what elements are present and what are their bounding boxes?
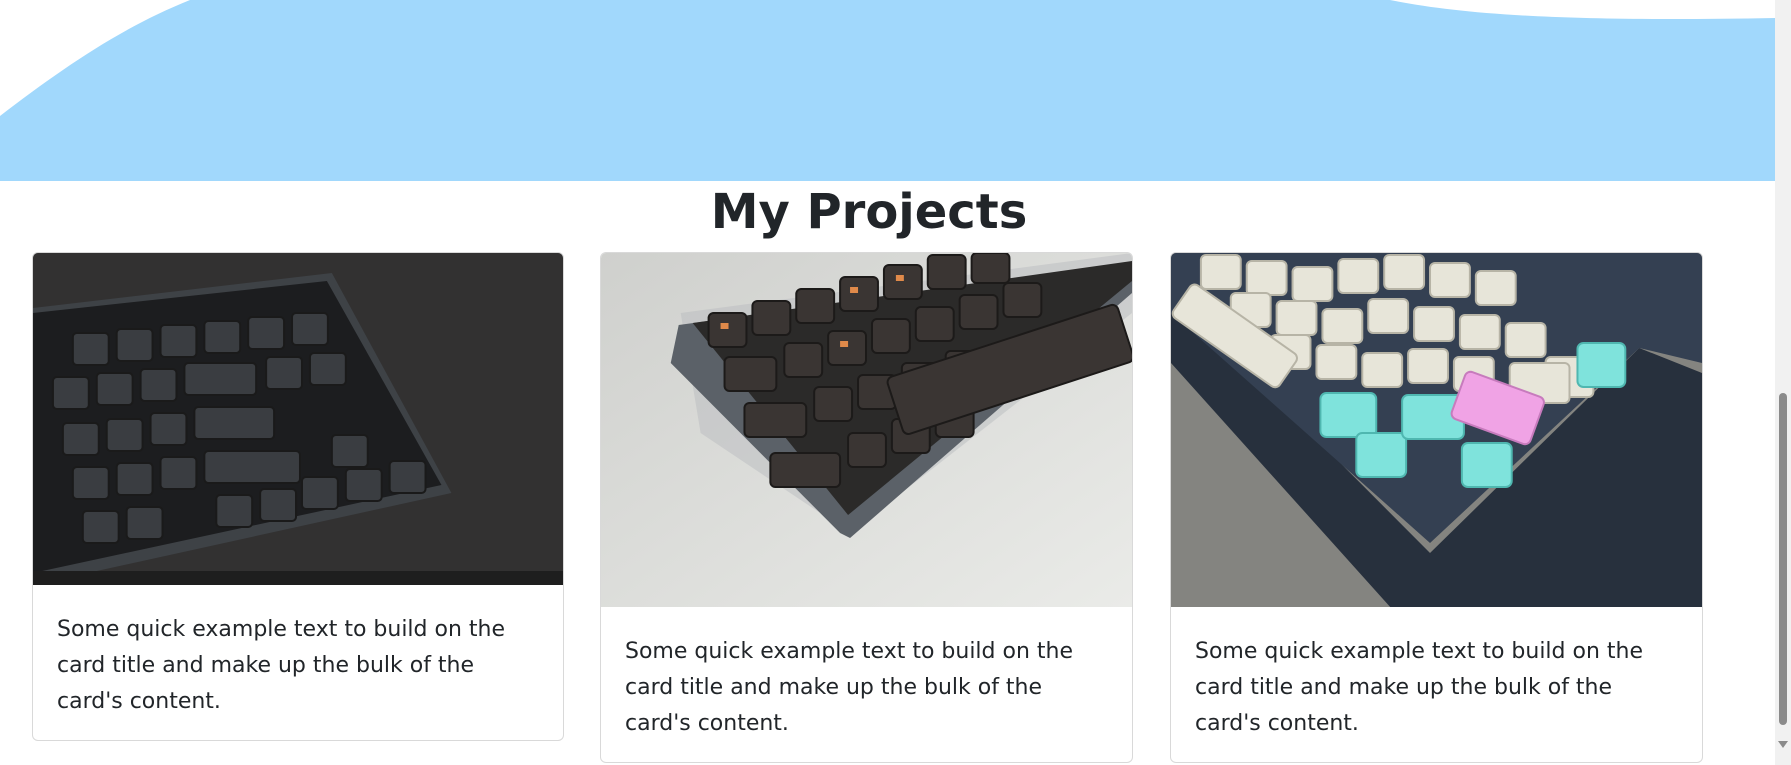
card-text: Some quick example text to build on the … [625,639,1074,736]
keyboard-pastel-photo [1171,253,1702,607]
project-card: Some quick example text to build on the … [1170,252,1703,763]
scroll-down-arrow-icon[interactable] [1778,741,1788,748]
scrollbar-thumb[interactable] [1779,393,1787,725]
vertical-scrollbar[interactable] [1775,0,1791,765]
card-text: Some quick example text to build on the … [57,617,506,714]
section-title: My Projects [710,184,1028,240]
project-card: Some quick example text to build on the … [32,252,564,741]
keyboard-gray-photo [601,253,1132,607]
card-text: Some quick example text to build on the … [1195,639,1644,736]
project-card: Some quick example text to build on the … [600,252,1133,763]
keyboard-dark-photo [33,253,563,585]
hero-wave [0,0,1775,181]
